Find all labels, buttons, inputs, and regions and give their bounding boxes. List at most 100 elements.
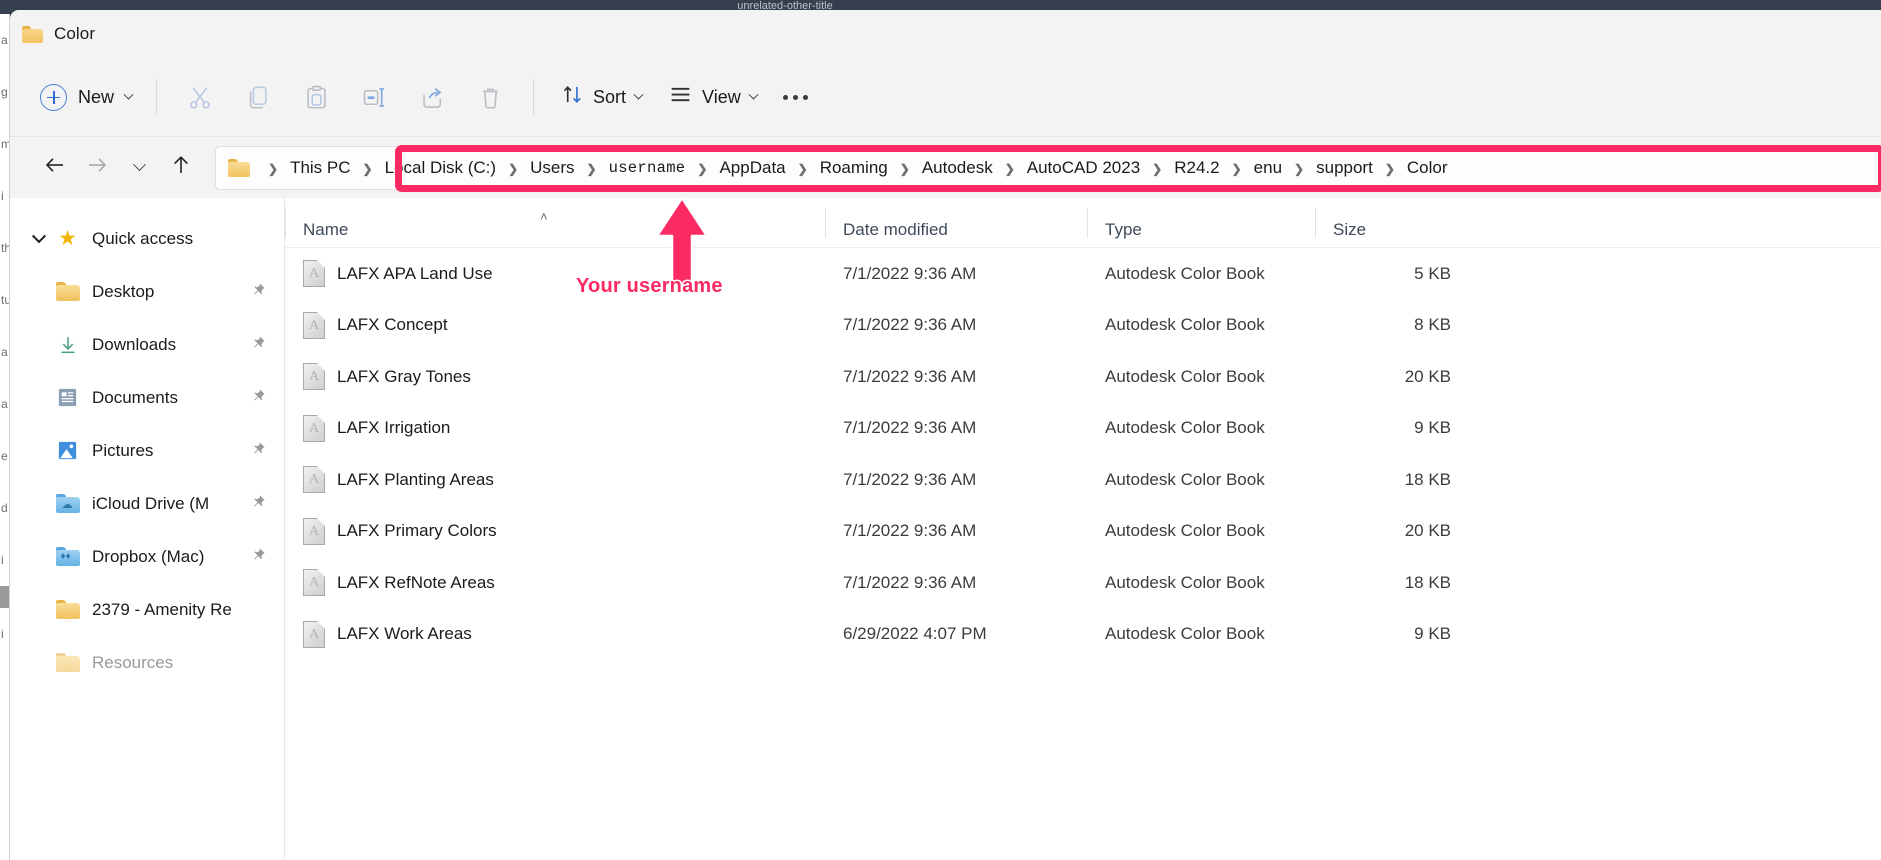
file-name-cell[interactable]: LAFX Primary Colors	[285, 517, 825, 545]
sidebar-item-dropbox[interactable]: ♦♦ Dropbox (Mac)	[10, 530, 284, 583]
chevron-down-icon[interactable]	[28, 228, 50, 244]
new-button-label: New	[78, 86, 115, 107]
autodesk-color-book-icon	[303, 466, 325, 494]
sidebar-item-resources[interactable]: Resources	[10, 636, 284, 689]
explorer-body: ★ Quick access Desktop Downloads Documen…	[10, 198, 1881, 860]
more-options-button[interactable]	[770, 74, 822, 120]
file-type-cell: Autodesk Color Book	[1105, 418, 1265, 438]
up-button[interactable]	[160, 147, 202, 189]
pin-icon[interactable]	[251, 441, 266, 461]
table-row[interactable]: LAFX Primary Colors 7/1/2022 9:36 AM Aut…	[285, 506, 1881, 558]
breadcrumb-autodesk[interactable]: Autodesk	[920, 155, 995, 181]
sidebar-item-quick-access[interactable]: ★ Quick access	[10, 212, 284, 265]
background-sliver-text: a	[1, 397, 8, 411]
file-date-cell: 7/1/2022 9:36 AM	[843, 572, 977, 592]
window-titlebar: Color	[10, 10, 1881, 58]
file-name-cell[interactable]: LAFX Work Areas	[285, 620, 825, 648]
breadcrumb-roaming[interactable]: Roaming	[818, 155, 890, 181]
copy-icon	[245, 84, 272, 111]
view-lines-icon	[668, 82, 693, 112]
file-name-label: LAFX Planting Areas	[337, 469, 494, 489]
address-bar[interactable]: This PC Local Disk (C:) Users username A…	[215, 145, 1881, 190]
breadcrumb-enu[interactable]: enu	[1252, 155, 1284, 181]
breadcrumb-support[interactable]: support	[1314, 155, 1375, 181]
pin-icon[interactable]	[251, 388, 266, 408]
table-row[interactable]: LAFX RefNote Areas 7/1/2022 9:36 AM Auto…	[285, 557, 1881, 609]
new-button[interactable]: New	[36, 78, 142, 117]
breadcrumb-users[interactable]: Users	[528, 155, 576, 181]
back-button[interactable]	[34, 147, 76, 189]
folder-icon	[22, 25, 43, 43]
sidebar-item-label: Resources	[92, 652, 174, 672]
breadcrumb-appdata[interactable]: AppData	[717, 155, 787, 181]
sidebar-item-documents[interactable]: Documents	[10, 371, 284, 424]
breadcrumb-username[interactable]: username	[607, 156, 688, 180]
breadcrumb-color[interactable]: Color	[1405, 155, 1450, 181]
file-name-cell[interactable]: LAFX Planting Areas	[285, 466, 825, 494]
file-type-cell: Autodesk Color Book	[1105, 263, 1265, 283]
breadcrumb-r242[interactable]: R24.2	[1172, 155, 1221, 181]
file-name-cell[interactable]: LAFX Concept	[285, 311, 825, 339]
sidebar-item-downloads[interactable]: Downloads	[10, 318, 284, 371]
background-sliver-text: a	[1, 345, 8, 359]
pin-icon[interactable]	[251, 494, 266, 514]
table-row[interactable]: LAFX Planting Areas 7/1/2022 9:36 AM Aut…	[285, 454, 1881, 506]
column-header-name[interactable]: Name	[285, 206, 825, 240]
sidebar-item-pictures[interactable]: Pictures	[10, 424, 284, 477]
breadcrumb-separator	[498, 160, 528, 176]
breadcrumb-separator	[1222, 160, 1252, 176]
column-header-date-modified[interactable]: Date modified	[825, 206, 1087, 240]
ellipsis-icon	[783, 94, 789, 100]
file-type-cell: Autodesk Color Book	[1105, 366, 1265, 386]
file-type-cell: Autodesk Color Book	[1105, 624, 1265, 644]
rename-icon	[361, 84, 388, 111]
file-date-cell: 7/1/2022 9:36 AM	[843, 521, 977, 541]
sort-button[interactable]: Sort	[548, 74, 655, 120]
breadcrumb-separator	[788, 160, 818, 176]
file-name-label: LAFX Irrigation	[337, 418, 451, 438]
table-row[interactable]: LAFX Gray Tones 7/1/2022 9:36 AM Autodes…	[285, 351, 1881, 403]
sidebar-item-icloud-drive[interactable]: ☁ iCloud Drive (M	[10, 477, 284, 530]
pin-icon[interactable]	[251, 547, 266, 567]
breadcrumb-this-pc[interactable]: This PC	[288, 155, 352, 181]
column-header-type[interactable]: Type	[1087, 206, 1315, 240]
background-window-sidebar-sliver: a g m i th tu a a e d i i	[0, 14, 10, 860]
copy-button[interactable]	[229, 74, 287, 120]
pin-icon[interactable]	[251, 282, 266, 302]
column-header-size[interactable]: Size	[1315, 206, 1465, 240]
share-button[interactable]	[403, 74, 461, 120]
sort-arrows-icon	[561, 83, 584, 111]
autodesk-color-book-icon	[303, 620, 325, 648]
breadcrumb-separator	[577, 160, 607, 176]
forward-button[interactable]	[76, 147, 118, 189]
delete-button[interactable]	[461, 74, 519, 120]
sidebar-item-desktop[interactable]: Desktop	[10, 265, 284, 318]
table-row[interactable]: LAFX APA Land Use 7/1/2022 9:36 AM Autod…	[285, 248, 1881, 300]
view-button[interactable]: View	[655, 74, 770, 120]
sidebar-item-2379-amenity[interactable]: 2379 - Amenity Re	[10, 583, 284, 636]
pin-icon[interactable]	[251, 335, 266, 355]
file-name-cell[interactable]: LAFX APA Land Use	[285, 260, 825, 288]
chevron-down-icon	[633, 89, 644, 100]
dropbox-folder-icon: ♦♦	[54, 547, 81, 566]
file-name-cell[interactable]: LAFX Irrigation	[285, 414, 825, 442]
rename-button[interactable]	[345, 74, 403, 120]
file-date-cell: 7/1/2022 9:36 AM	[843, 418, 977, 438]
background-sliver-text: m	[1, 137, 9, 151]
file-size-cell: 9 KB	[1414, 624, 1451, 644]
file-name-cell[interactable]: LAFX RefNote Areas	[285, 569, 825, 597]
folder-icon	[54, 600, 81, 619]
pictures-icon	[54, 439, 81, 462]
table-row[interactable]: LAFX Concept 7/1/2022 9:36 AM Autodesk C…	[285, 300, 1881, 352]
breadcrumb-autocad-2023[interactable]: AutoCAD 2023	[1025, 155, 1142, 181]
table-row[interactable]: LAFX Work Areas 6/29/2022 4:07 PM Autode…	[285, 609, 1881, 661]
breadcrumb-local-disk[interactable]: Local Disk (C:)	[383, 155, 498, 181]
file-name-cell[interactable]: LAFX Gray Tones	[285, 363, 825, 391]
file-name-label: LAFX Primary Colors	[337, 521, 497, 541]
cut-button[interactable]	[171, 74, 229, 120]
recent-locations-button[interactable]	[118, 147, 160, 189]
table-row[interactable]: LAFX Irrigation 7/1/2022 9:36 AM Autodes…	[285, 403, 1881, 455]
ellipsis-icon	[803, 94, 809, 100]
chevron-down-icon	[132, 158, 146, 172]
paste-button[interactable]	[287, 74, 345, 120]
